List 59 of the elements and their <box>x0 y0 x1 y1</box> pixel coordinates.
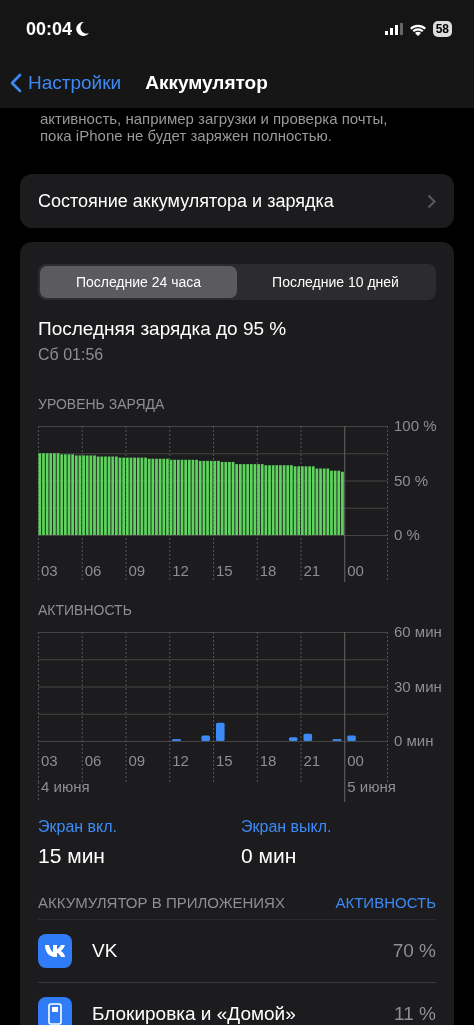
stat-label: Экран вкл. <box>38 818 119 836</box>
app-icon <box>38 934 72 968</box>
axis-label: 0 % <box>394 526 420 543</box>
description-text: активность, например загрузки и проверка почты, <box>40 110 389 127</box>
axis-label: 12 <box>172 752 189 769</box>
wifi-icon <box>408 22 427 36</box>
axis-label: 06 <box>84 752 102 769</box>
axis-label: 0 мин <box>394 732 434 749</box>
chart-bar <box>303 733 313 741</box>
axis-label: 100 % <box>394 420 437 434</box>
axis-label: 18 <box>259 562 277 579</box>
description-text: пока iPhone не будет заряжен полностью. <box>40 127 333 144</box>
app-name: Блокировка и «Домой» <box>92 1003 297 1025</box>
chart-bar <box>288 737 298 741</box>
axis-label: 09 <box>128 562 146 579</box>
axis-label: 12 <box>172 562 189 579</box>
section-header: АКТИВНОСТЬ <box>38 602 133 618</box>
axis-label: 09 <box>128 752 146 769</box>
section-header: АККУМУЛЯТОР В ПРИЛОЖЕНИЯХ <box>38 894 285 911</box>
axis-label: 30 мин <box>394 677 442 695</box>
app-name: VK <box>92 940 119 962</box>
date-label: 5 июня <box>347 778 396 795</box>
axis-label: 03 <box>41 562 58 579</box>
back-chevron-icon <box>10 73 22 93</box>
chart-bar <box>347 735 356 741</box>
battery-indicator: 58 <box>432 21 452 37</box>
stat-label: Экран выкл. <box>241 818 333 836</box>
chart-bar <box>216 722 225 741</box>
axis-label: 15 <box>216 752 233 769</box>
stat-value: 0 мин <box>241 844 298 868</box>
battery-health-row[interactable]: Состояние аккумулятора и зарядка <box>20 174 454 228</box>
phone-icon <box>38 997 72 1025</box>
chevron-icon <box>427 193 436 209</box>
axis-label: 21 <box>303 752 321 769</box>
last-charge-time: Сб 01:56 <box>38 346 105 364</box>
moon-icon <box>76 21 91 37</box>
activity-toggle[interactable]: АКТИВНОСТЬ <box>335 894 436 911</box>
signal-icon <box>384 23 403 35</box>
app-percent: 70 % <box>392 940 436 962</box>
axis-label: 18 <box>259 752 277 769</box>
axis-label: 60 мин <box>394 626 442 640</box>
axis-label: 50 % <box>394 471 429 489</box>
axis-label: 15 <box>216 562 233 579</box>
axis-label: 21 <box>303 562 321 579</box>
axis-label: 03 <box>41 752 58 769</box>
stat-value: 15 мин <box>38 844 106 868</box>
back-button[interactable]: Настройки <box>10 72 122 94</box>
section-header: УРОВЕНЬ ЗАРЯДА <box>38 396 166 412</box>
chart-bar <box>201 735 210 741</box>
app-percent: 11 % <box>394 1003 436 1025</box>
period-tab[interactable]: Последние 10 дней <box>237 266 434 298</box>
screen-title: Аккумулятор <box>145 72 268 94</box>
axis-label: 06 <box>84 562 102 579</box>
axis-label: 00 <box>347 562 364 579</box>
axis-label: 00 <box>347 752 364 769</box>
date-label: 4 июня <box>41 778 90 795</box>
period-tab[interactable]: Последние 24 часа <box>40 266 237 298</box>
last-charge-title: Последняя зарядка до 95 % <box>38 318 288 340</box>
clock: 00:04 <box>26 18 73 40</box>
